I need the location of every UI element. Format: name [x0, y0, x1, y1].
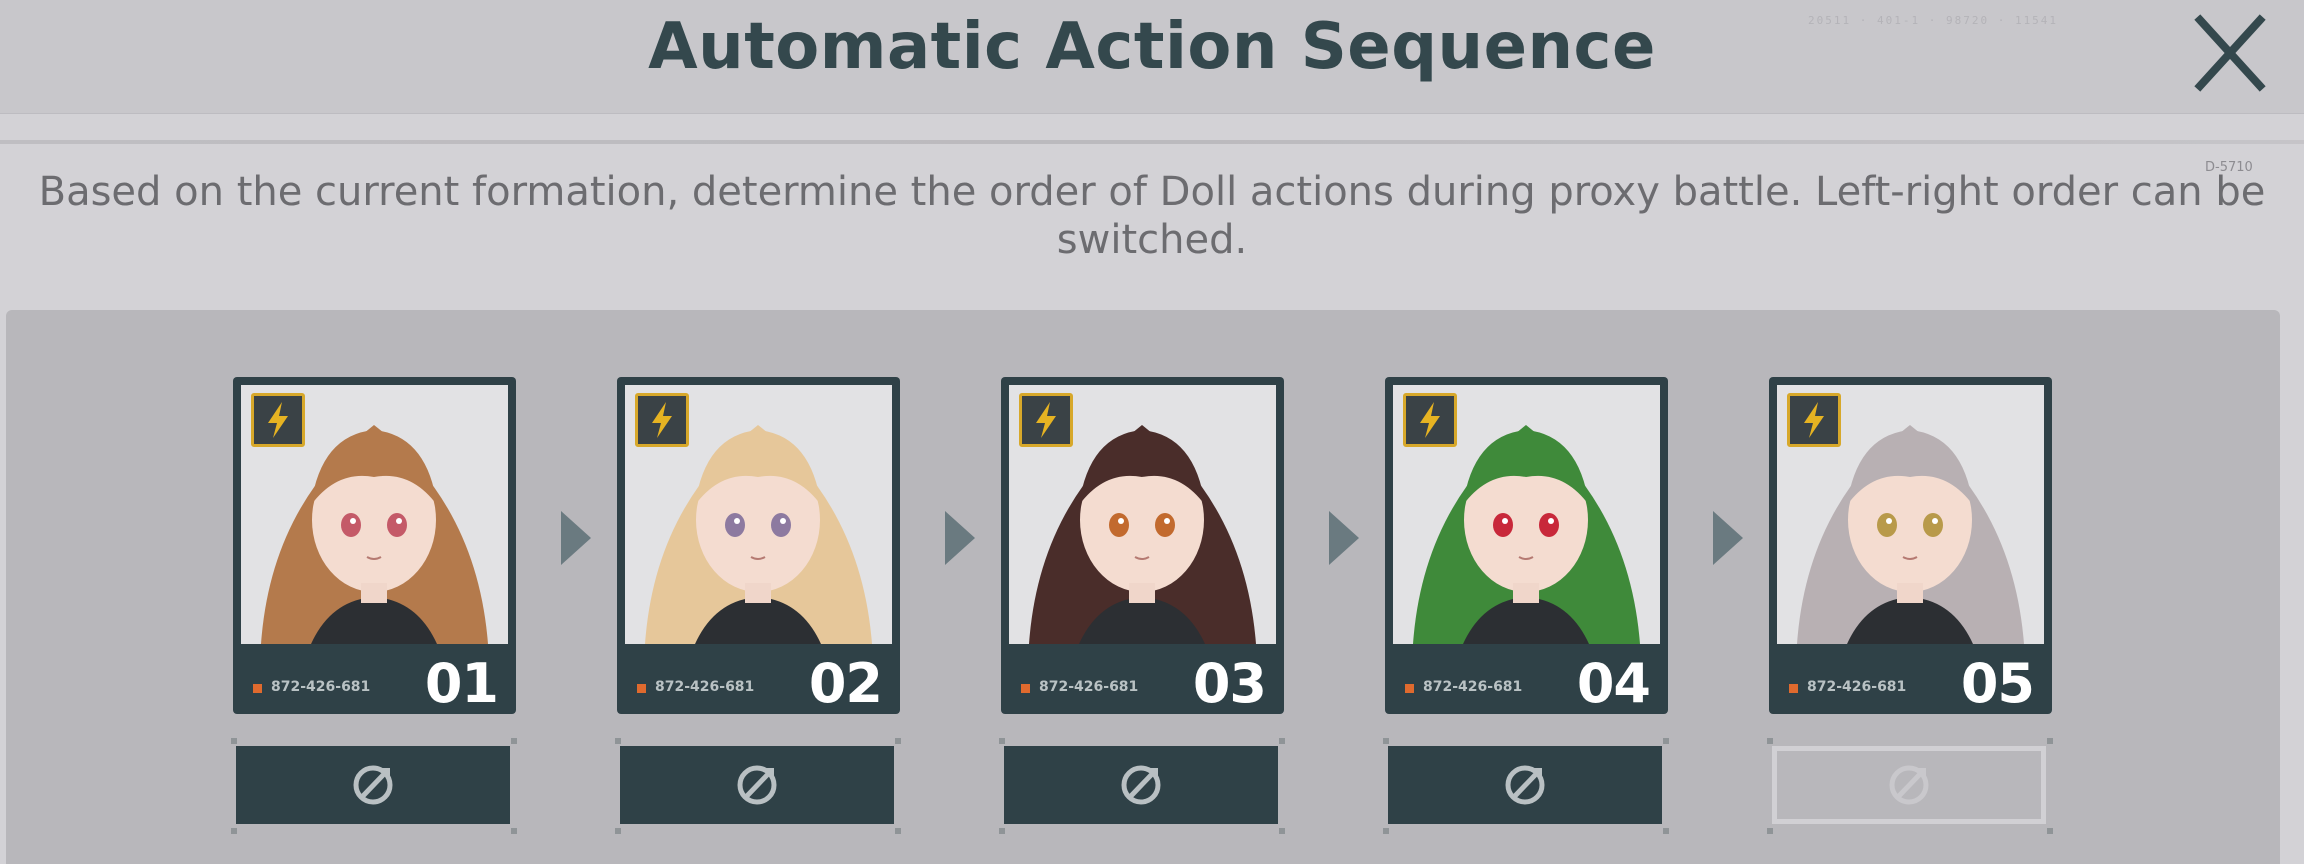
action-slot-04 — [1383, 738, 1669, 834]
serial-marker — [1405, 684, 1414, 693]
slot-corner — [2047, 738, 2053, 744]
slot-corner — [1767, 738, 1773, 744]
slot-corner — [615, 828, 621, 834]
slot-corner — [999, 738, 1005, 744]
slot-corner — [1663, 828, 1669, 834]
slot-corner — [2047, 828, 2053, 834]
action-slot-05 — [1767, 738, 2053, 834]
target-icon — [737, 765, 777, 805]
target-icon — [1505, 765, 1545, 805]
lightning-badge — [1403, 393, 1457, 447]
slot-corner — [1767, 828, 1773, 834]
slot-corner — [895, 828, 901, 834]
target-icon-wrap — [732, 760, 782, 810]
target-icon-wrap — [1884, 760, 1934, 810]
doll-card-05[interactable]: 872-426-681 05 — [1769, 377, 2052, 715]
slot-corner — [231, 828, 237, 834]
auto-target-button[interactable] — [1004, 746, 1278, 824]
slot-corner — [1663, 738, 1669, 744]
doll-sequence: 872-426-681 01 872-426-681 02 872-426-68… — [0, 0, 2304, 864]
target-icon-wrap — [348, 760, 398, 810]
lightning-icon — [268, 402, 288, 438]
doll-serial: 872-426-681 — [1807, 679, 1907, 695]
slot-corner — [511, 738, 517, 744]
lightning-badge — [1019, 393, 1073, 447]
target-icon — [353, 765, 393, 805]
doll-order-number: 04 — [1576, 652, 1651, 715]
sequence-arrow-icon — [1329, 511, 1359, 565]
slot-corner — [1383, 828, 1389, 834]
sequence-arrow-icon — [561, 511, 591, 565]
serial-marker — [637, 684, 646, 693]
target-icon — [1121, 765, 1161, 805]
serial-marker — [253, 684, 262, 693]
slot-corner — [511, 828, 517, 834]
lightning-icon — [1420, 402, 1440, 438]
auto-target-button[interactable] — [1772, 746, 2046, 824]
slot-corner — [615, 738, 621, 744]
doll-serial: 872-426-681 — [1423, 679, 1523, 695]
slot-corner — [999, 828, 1005, 834]
doll-card-01[interactable]: 872-426-681 01 — [233, 377, 516, 715]
action-slot-01 — [231, 738, 517, 834]
sequence-arrow-icon — [1713, 511, 1743, 565]
doll-card-03[interactable]: 872-426-681 03 — [1001, 377, 1284, 715]
sequence-arrow-icon — [945, 511, 975, 565]
auto-target-button[interactable] — [620, 746, 894, 824]
doll-order-number: 02 — [808, 652, 883, 715]
lightning-icon — [1804, 402, 1824, 438]
doll-order-number: 05 — [1960, 652, 2035, 715]
serial-marker — [1021, 684, 1030, 693]
doll-serial: 872-426-681 — [271, 679, 371, 695]
auto-target-button[interactable] — [1388, 746, 1662, 824]
slot-corner — [1279, 828, 1285, 834]
doll-order-number: 03 — [1192, 652, 1267, 715]
lightning-badge — [635, 393, 689, 447]
doll-serial: 872-426-681 — [1039, 679, 1139, 695]
lightning-badge — [1787, 393, 1841, 447]
target-icon — [1889, 765, 1929, 805]
lightning-icon — [1036, 402, 1056, 438]
doll-serial: 872-426-681 — [655, 679, 755, 695]
doll-card-04[interactable]: 872-426-681 04 — [1385, 377, 1668, 715]
slot-corner — [895, 738, 901, 744]
serial-marker — [1789, 684, 1798, 693]
target-icon-wrap — [1116, 760, 1166, 810]
doll-card-02[interactable]: 872-426-681 02 — [617, 377, 900, 715]
auto-target-button[interactable] — [236, 746, 510, 824]
target-icon-wrap — [1500, 760, 1550, 810]
doll-order-number: 01 — [424, 652, 499, 715]
slot-corner — [1383, 738, 1389, 744]
slot-corner — [231, 738, 237, 744]
lightning-icon — [652, 402, 672, 438]
action-slot-02 — [615, 738, 901, 834]
lightning-badge — [251, 393, 305, 447]
slot-corner — [1279, 738, 1285, 744]
action-slot-03 — [999, 738, 1285, 834]
